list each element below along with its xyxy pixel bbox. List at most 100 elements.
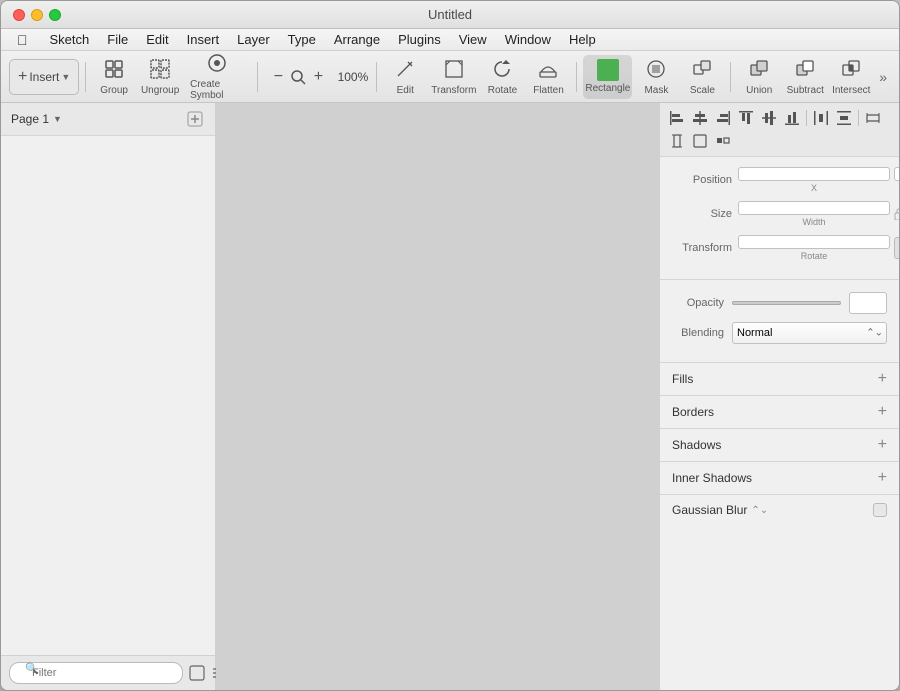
transform-inputs: Rotate Flip — [738, 235, 899, 261]
canvas-area[interactable] — [216, 103, 659, 690]
opacity-row: Opacity — [660, 288, 899, 322]
blending-select[interactable]: Normal Darken Multiply Color Burn Lighte… — [732, 322, 887, 344]
toolbar-more[interactable]: » — [875, 69, 891, 85]
menu-layer[interactable]: Layer — [229, 30, 278, 49]
distribute-v-button[interactable] — [833, 107, 855, 129]
align-top-button[interactable] — [735, 107, 757, 129]
group-icon — [103, 58, 125, 83]
left-sidebar: Page 1 ▼ 🔍 0 — [1, 103, 216, 690]
close-button[interactable] — [13, 9, 25, 21]
zoom-minus-button[interactable]: − — [269, 68, 287, 86]
lock-icon[interactable] — [894, 201, 899, 227]
gaussian-blur-label: Gaussian Blur ⌃⌄ — [672, 503, 873, 517]
maximize-button[interactable] — [49, 9, 61, 21]
arrange-button[interactable] — [712, 130, 734, 152]
mask-button[interactable]: Mask — [634, 55, 678, 99]
align-center-h-button[interactable] — [689, 107, 711, 129]
create-symbol-button[interactable]: Create Symbol — [184, 55, 250, 99]
fills-section: Fills + — [660, 362, 899, 395]
intersect-button[interactable]: Intersect — [829, 55, 873, 99]
more-icon: » — [875, 65, 891, 89]
rotate-button[interactable]: Rotate — [480, 55, 524, 99]
zoom-plus-button[interactable]: + — [309, 68, 327, 86]
scale-button[interactable]: Scale — [680, 55, 724, 99]
align-middle-v-button[interactable] — [758, 107, 780, 129]
align-left-button[interactable] — [666, 107, 688, 129]
flip-group: Flip — [894, 235, 899, 261]
page-name: Page 1 — [11, 112, 49, 126]
insert-button[interactable]: + Insert ▼ — [9, 59, 79, 95]
transform-button[interactable]: Transform — [429, 55, 478, 99]
rectangle-label: Rectangle — [585, 83, 630, 94]
fills-header[interactable]: Fills + — [660, 363, 899, 395]
fills-add-icon[interactable]: + — [878, 371, 887, 387]
union-button[interactable]: Union — [737, 55, 781, 99]
page-selector[interactable]: Page 1 ▼ — [11, 112, 62, 126]
menu-view[interactable]: View — [451, 30, 495, 49]
borders-header[interactable]: Borders + — [660, 396, 899, 428]
minimize-button[interactable] — [31, 9, 43, 21]
window-title: Untitled — [428, 7, 472, 22]
gaussian-blur-checkbox[interactable] — [873, 503, 887, 517]
x-sublabel: X — [738, 183, 890, 193]
transform-icon — [443, 58, 465, 83]
menu-sketch[interactable]: Sketch — [42, 30, 98, 49]
position-section: Position X Y Size — [660, 157, 899, 280]
shadows-header[interactable]: Shadows + — [660, 429, 899, 461]
zoom-value[interactable]: 100% — [335, 70, 370, 84]
apple-menu[interactable]:  — [9, 30, 36, 50]
make-same-height-button[interactable] — [666, 130, 688, 152]
opacity-input[interactable] — [849, 292, 887, 314]
align-right-button[interactable] — [712, 107, 734, 129]
add-layer-button[interactable] — [189, 662, 205, 684]
position-row: Position X Y — [672, 167, 887, 193]
inner-shadows-header[interactable]: Inner Shadows + — [660, 462, 899, 494]
canvas-content — [216, 103, 659, 690]
width-input-group: Width — [738, 201, 890, 227]
scale-label: Scale — [690, 85, 715, 96]
borders-add-icon[interactable]: + — [878, 404, 887, 420]
opacity-slider[interactable] — [732, 301, 841, 305]
mask-icon — [645, 58, 667, 83]
gaussian-stepper-icon[interactable]: ⌃⌄ — [751, 505, 768, 516]
make-same-size-button[interactable] — [689, 130, 711, 152]
menu-type[interactable]: Type — [280, 30, 324, 49]
flatten-button[interactable]: Flatten — [526, 55, 570, 99]
menu-help[interactable]: Help — [561, 30, 604, 49]
intersect-label: Intersect — [832, 85, 870, 96]
subtract-button[interactable]: Subtract — [783, 55, 827, 99]
edit-icon — [394, 58, 416, 83]
toolbar-separator-1 — [85, 62, 86, 92]
menu-window[interactable]: Window — [497, 30, 559, 49]
zoom-control: − + — [263, 63, 333, 91]
rotate-input[interactable] — [738, 235, 890, 249]
opacity-blending-section: Opacity Blending Normal Darken Multiply … — [660, 280, 899, 362]
width-input[interactable] — [738, 201, 890, 215]
menu-edit[interactable]: Edit — [138, 30, 176, 49]
shadows-add-icon[interactable]: + — [878, 437, 887, 453]
align-bottom-button[interactable] — [781, 107, 803, 129]
menu-plugins[interactable]: Plugins — [390, 30, 449, 49]
union-label: Union — [746, 85, 772, 96]
inner-shadows-section: Inner Shadows + — [660, 461, 899, 494]
ungroup-button[interactable]: Ungroup — [138, 55, 182, 99]
inner-shadows-add-icon[interactable]: + — [878, 470, 887, 486]
menu-insert[interactable]: Insert — [179, 30, 228, 49]
insert-label: Insert — [29, 70, 59, 84]
subtract-icon — [794, 58, 816, 83]
intersect-icon — [840, 58, 862, 83]
shadows-section: Shadows + — [660, 428, 899, 461]
add-page-button[interactable] — [185, 109, 205, 129]
menu-arrange[interactable]: Arrange — [326, 30, 388, 49]
make-same-width-button[interactable] — [862, 107, 884, 129]
rectangle-button[interactable]: Rectangle — [583, 55, 632, 99]
distribute-h-button[interactable] — [810, 107, 832, 129]
x-input[interactable] — [738, 167, 890, 181]
ungroup-icon — [149, 58, 171, 83]
group-button[interactable]: Group — [92, 55, 136, 99]
y-input-group: Y — [894, 167, 899, 193]
menu-file[interactable]: File — [99, 30, 136, 49]
flip-horizontal-button[interactable] — [894, 237, 899, 259]
edit-button[interactable]: Edit — [383, 55, 427, 99]
y-input[interactable] — [894, 167, 899, 181]
